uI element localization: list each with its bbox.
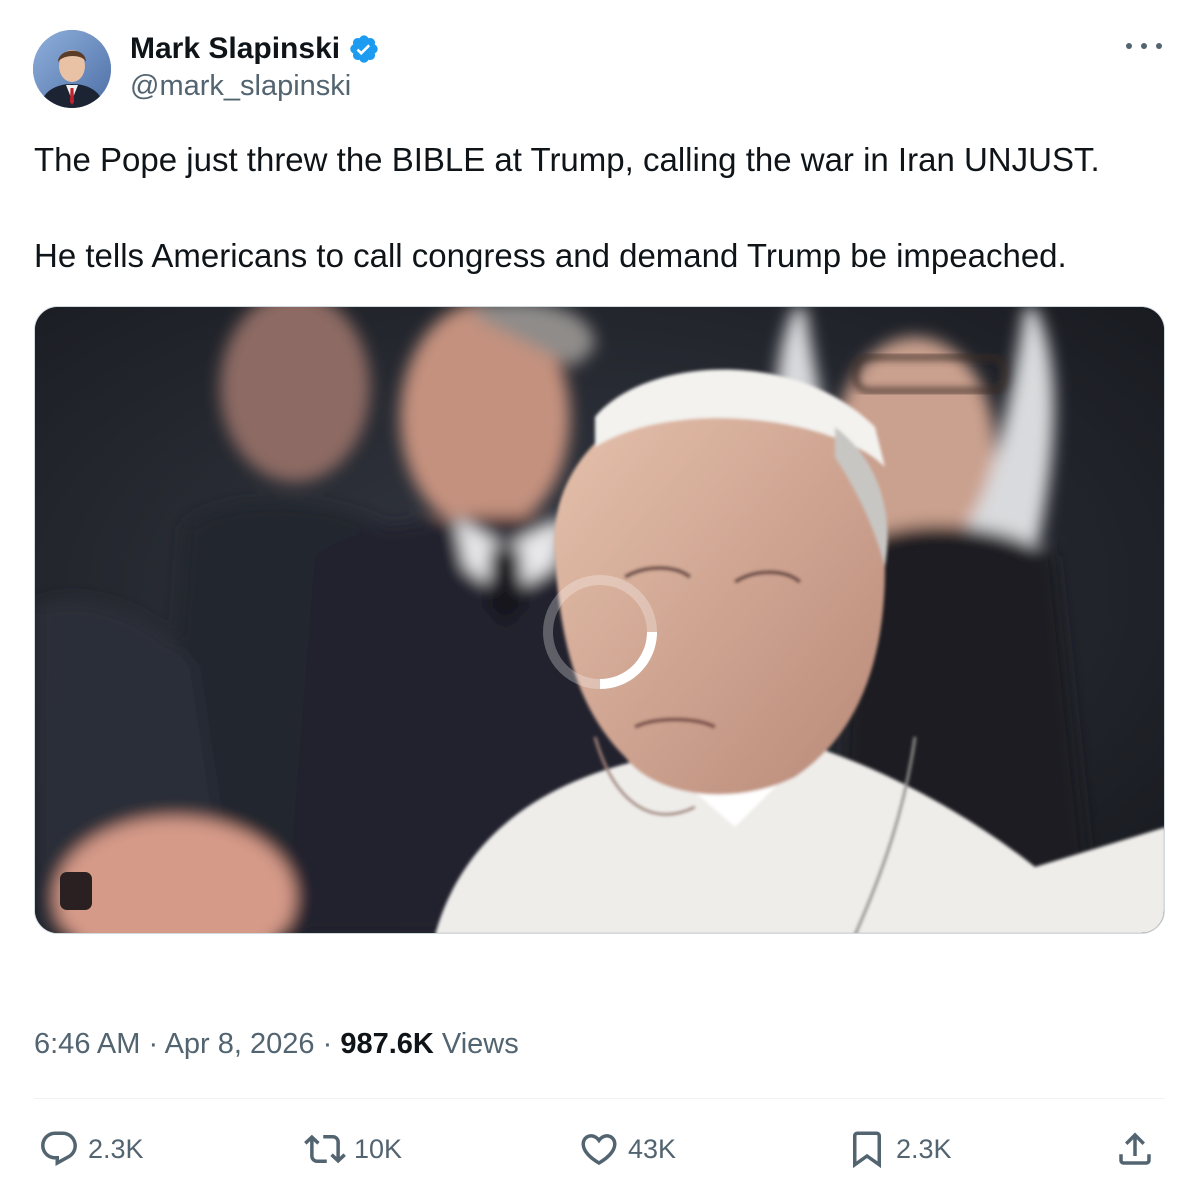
tweet: Mark Slapinski @mark_slapinski The Pope … [0,0,1202,1200]
more-options-icon[interactable] [1126,34,1162,58]
tweet-text: The Pope just threw the BIBLE at Trump, … [34,140,1164,276]
video-frame [35,307,1164,933]
views-label: Views [433,1028,519,1060]
bookmark-icon [853,1131,881,1169]
handle[interactable]: @mark_slapinski [130,70,380,103]
display-name[interactable]: Mark Slapinski [130,32,340,66]
views-count: 987.6K [340,1028,434,1060]
reply-button[interactable]: 2.3K [38,1122,144,1176]
tweet-meta: 6:46 AM · Apr 8, 2026 · 987.6K Views [34,1028,519,1061]
avatar[interactable] [33,30,111,108]
meta-separator: · [140,1028,165,1060]
heart-icon [581,1134,617,1166]
bookmark-count: 2.3K [896,1133,952,1164]
share-icon [1119,1132,1151,1165]
share-button[interactable] [1114,1122,1156,1176]
retweet-icon [304,1134,346,1164]
reply-icon [41,1131,77,1166]
like-count: 43K [628,1133,677,1164]
retweet-button[interactable]: 10K [304,1122,402,1176]
verified-badge-icon[interactable] [348,33,380,65]
video-player[interactable] [34,306,1165,934]
reply-count: 2.3K [88,1133,144,1164]
tweet-paragraph: The Pope just threw the BIBLE at Trump, … [34,141,1100,178]
video-badge-icon[interactable] [60,872,92,910]
timestamp-date[interactable]: Apr 8, 2026 [165,1028,315,1060]
divider [34,1098,1165,1099]
tweet-paragraph: He tells Americans to call congress and … [34,237,1067,274]
like-button[interactable]: 43K [578,1122,676,1176]
retweet-count: 10K [354,1133,403,1164]
meta-separator: · [314,1028,341,1060]
action-bar: 2.3K 10K 43K 2.3K [34,1122,1165,1176]
timestamp-time[interactable]: 6:46 AM [34,1028,140,1060]
author-block: Mark Slapinski @mark_slapinski [130,30,380,103]
bookmark-button[interactable]: 2.3K [846,1122,952,1176]
